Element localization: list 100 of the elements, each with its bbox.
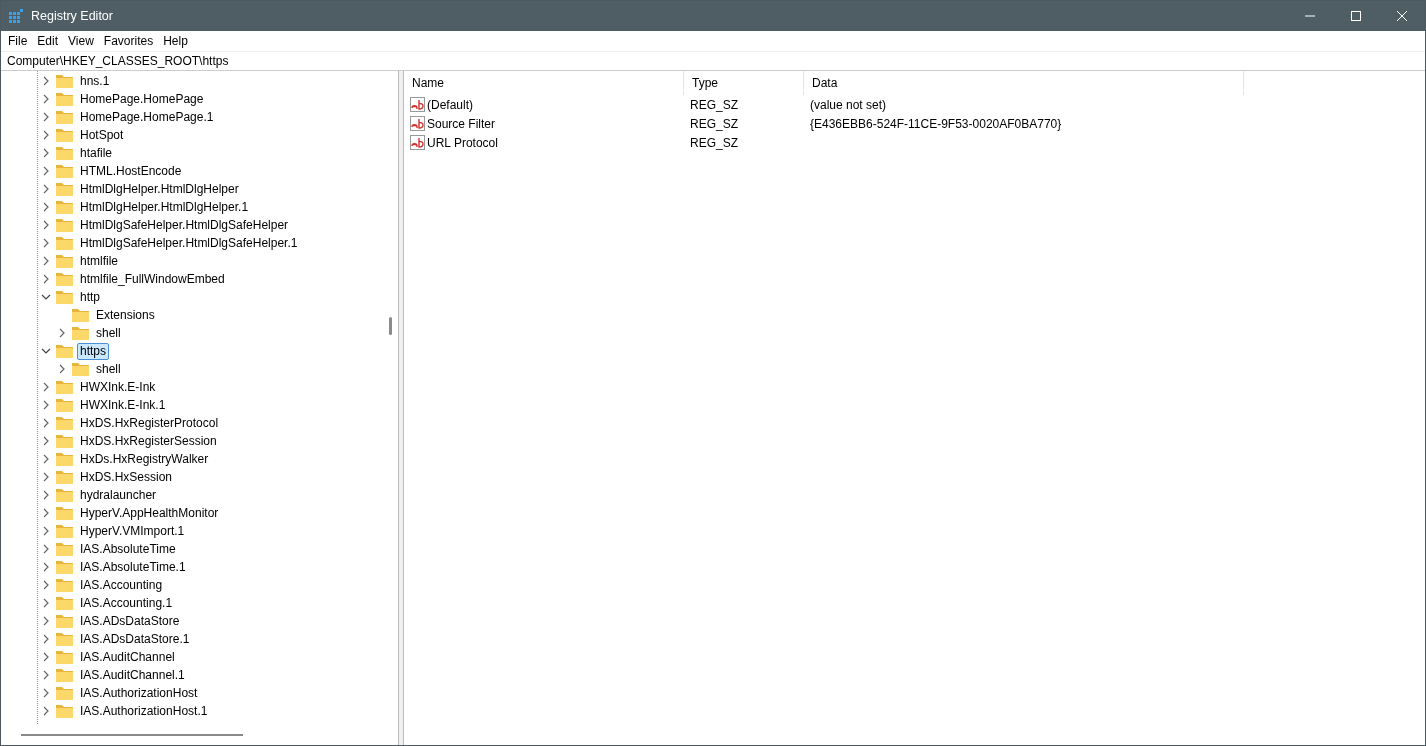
menu-item[interactable]: Favorites	[98, 32, 159, 50]
tree-item[interactable]: shell	[93, 360, 124, 378]
expand-chevron-icon[interactable]	[41, 580, 51, 590]
folder-icon	[56, 596, 73, 610]
close-icon	[1397, 11, 1407, 21]
expand-chevron-icon[interactable]	[41, 94, 51, 104]
tree-item[interactable]: HomePage.HomePage.1	[77, 108, 217, 126]
expand-chevron-icon[interactable]	[57, 364, 67, 374]
expand-chevron-icon[interactable]	[57, 328, 67, 338]
value-data: {E436EBB6-524F-11CE-9F53-0020AF0BA770}	[809, 116, 1062, 131]
tree-item[interactable]: HtmlDlgSafeHelper.HtmlDlgSafeHelper	[77, 216, 292, 234]
address-bar[interactable]: Computer\HKEY_CLASSES_ROOT\https	[1, 51, 1425, 71]
folder-icon	[56, 686, 73, 700]
tree-item[interactable]: http	[77, 288, 103, 306]
tree-item[interactable]: HomePage.HomePage	[77, 90, 207, 108]
expand-chevron-icon[interactable]	[41, 274, 51, 284]
expand-chevron-icon[interactable]	[41, 166, 51, 176]
column-header[interactable]: Data	[804, 71, 1244, 95]
expand-chevron-icon[interactable]	[41, 256, 51, 266]
tree-item[interactable]: HxDs.HxRegistryWalker	[77, 450, 212, 468]
tree-item[interactable]: hydralauncher	[77, 486, 160, 504]
folder-icon	[56, 182, 73, 196]
tree-item[interactable]: HtmlDlgHelper.HtmlDlgHelper.1	[77, 198, 252, 216]
tree-item[interactable]: HyperV.AppHealthMonitor	[77, 504, 222, 522]
value-name[interactable]: Source Filter	[427, 114, 496, 133]
tree-item[interactable]: https	[77, 342, 109, 360]
expand-chevron-icon[interactable]	[41, 220, 51, 230]
tree-item[interactable]: HtmlDlgSafeHelper.HtmlDlgSafeHelper.1	[77, 234, 301, 252]
tree-item[interactable]: IAS.AuthorizationHost	[77, 684, 201, 702]
collapse-chevron-icon[interactable]	[41, 346, 51, 356]
window-title: Registry Editor	[31, 7, 113, 25]
expand-chevron-icon[interactable]	[41, 472, 51, 482]
tree-item[interactable]: shell	[93, 324, 124, 342]
column-header[interactable]: Name	[404, 71, 684, 95]
tree-item[interactable]: htmlfile_FullWindowEmbed	[77, 270, 228, 288]
scrollbar-thumb[interactable]	[388, 317, 392, 335]
expand-chevron-icon[interactable]	[41, 202, 51, 212]
tree-item[interactable]: Extensions	[93, 306, 158, 324]
folder-icon	[56, 128, 73, 142]
tree-item[interactable]: htafile	[77, 144, 116, 162]
expand-chevron-icon[interactable]	[41, 184, 51, 194]
tree-item[interactable]: HTML.HostEncode	[77, 162, 185, 180]
expand-chevron-icon[interactable]	[41, 598, 51, 608]
string-value-icon	[410, 97, 425, 112]
tree-item[interactable]: IAS.AuditChannel	[77, 648, 178, 666]
expand-chevron-icon[interactable]	[41, 112, 51, 122]
expand-chevron-icon[interactable]	[41, 508, 51, 518]
value-name[interactable]: URL Protocol	[427, 133, 498, 152]
menu-item[interactable]: Help	[158, 32, 193, 50]
expand-chevron-icon[interactable]	[41, 418, 51, 428]
expand-chevron-icon[interactable]	[41, 634, 51, 644]
folder-icon	[56, 398, 73, 412]
menu-item[interactable]: File	[3, 32, 33, 50]
expand-chevron-icon[interactable]	[41, 400, 51, 410]
tree-item[interactable]: IAS.AbsoluteTime.1	[77, 558, 189, 576]
folder-icon	[56, 506, 73, 520]
expand-chevron-icon[interactable]	[41, 616, 51, 626]
tree-item[interactable]: HotSpot	[77, 126, 127, 144]
folder-icon	[56, 254, 73, 268]
tree-item[interactable]: HxDS.HxRegisterSession	[77, 432, 220, 450]
expand-chevron-icon[interactable]	[41, 490, 51, 500]
menu-item[interactable]: Edit	[32, 32, 64, 50]
expand-chevron-icon[interactable]	[41, 670, 51, 680]
menu-item[interactable]: View	[63, 32, 99, 50]
expand-chevron-icon[interactable]	[41, 562, 51, 572]
expand-chevron-icon[interactable]	[41, 238, 51, 248]
tree-item[interactable]: HxDS.HxSession	[77, 468, 176, 486]
expand-chevron-icon[interactable]	[41, 148, 51, 158]
collapse-chevron-icon[interactable]	[41, 292, 51, 302]
folder-icon	[56, 272, 73, 286]
tree-item[interactable]: HWXInk.E-Ink	[77, 378, 159, 396]
tree-item[interactable]: IAS.AbsoluteTime	[77, 540, 179, 558]
scrollbar-thumb[interactable]	[21, 734, 243, 736]
expand-chevron-icon[interactable]	[41, 544, 51, 554]
tree-item[interactable]: IAS.Accounting	[77, 576, 166, 594]
column-header[interactable]: Type	[684, 71, 804, 95]
tree-item[interactable]: HtmlDlgHelper.HtmlDlgHelper	[77, 180, 242, 198]
tree-item[interactable]: htmlfile	[77, 252, 121, 270]
expand-chevron-icon[interactable]	[41, 76, 51, 86]
tree-item[interactable]: IAS.Accounting.1	[77, 594, 176, 612]
tree-item[interactable]: IAS.ADsDataStore	[77, 612, 183, 630]
value-name[interactable]: (Default)	[427, 95, 473, 114]
tree-item[interactable]: IAS.AuthorizationHost.1	[77, 702, 211, 720]
tree-item[interactable]: HWXInk.E-Ink.1	[77, 396, 169, 414]
tree-item[interactable]: HyperV.VMImport.1	[77, 522, 188, 540]
expand-chevron-icon[interactable]	[41, 436, 51, 446]
expand-chevron-icon[interactable]	[41, 454, 51, 464]
expand-chevron-icon[interactable]	[41, 688, 51, 698]
tree-item[interactable]: IAS.AuditChannel.1	[77, 666, 188, 684]
tree-item[interactable]: hns.1	[77, 72, 113, 90]
folder-icon	[56, 578, 73, 592]
expand-chevron-icon[interactable]	[41, 130, 51, 140]
tree-item[interactable]: IAS.ADsDataStore.1	[77, 630, 193, 648]
expand-chevron-icon[interactable]	[41, 706, 51, 716]
expand-chevron-icon[interactable]	[41, 382, 51, 392]
expand-chevron-icon[interactable]	[41, 526, 51, 536]
folder-icon	[56, 380, 73, 394]
folder-icon	[56, 524, 73, 538]
expand-chevron-icon[interactable]	[41, 652, 51, 662]
tree-item[interactable]: HxDS.HxRegisterProtocol	[77, 414, 222, 432]
